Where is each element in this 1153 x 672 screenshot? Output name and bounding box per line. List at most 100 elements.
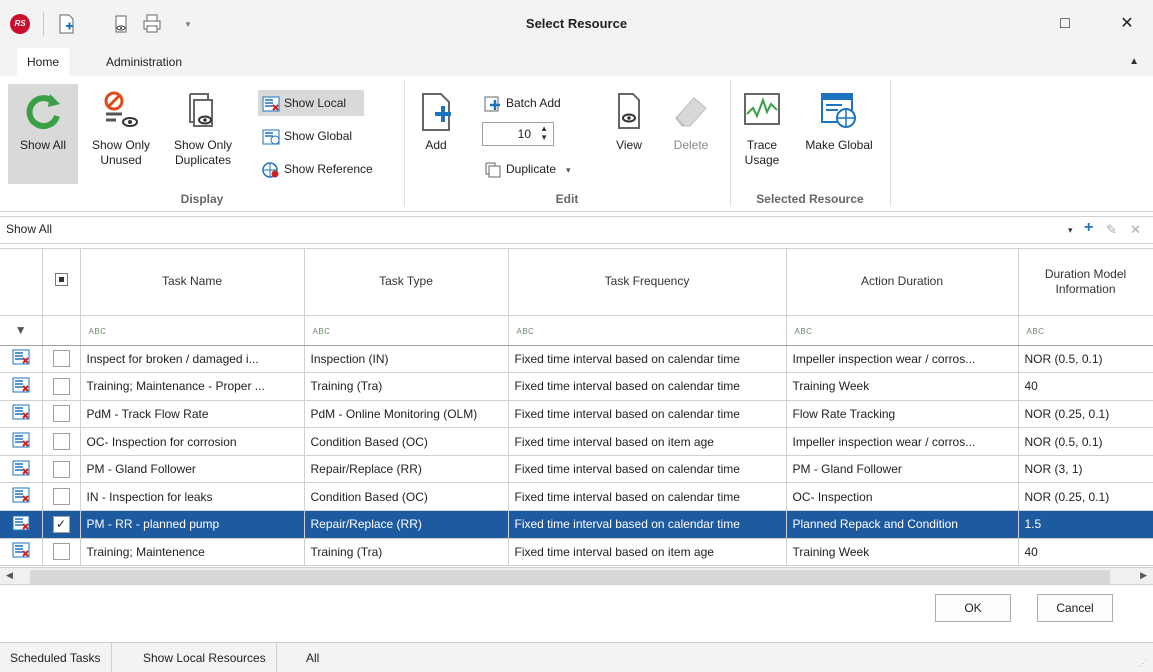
cell-task-frequency[interactable]: Fixed time interval based on calendar ti… bbox=[508, 510, 787, 539]
tab-administration[interactable]: Administration bbox=[96, 48, 192, 76]
column-header-task-name[interactable]: Task Name bbox=[80, 249, 305, 316]
cell-duration-model[interactable]: NOR (0.25, 0.1) bbox=[1018, 400, 1153, 429]
cell-action-duration[interactable]: Flow Rate Tracking bbox=[786, 400, 1019, 429]
cell-task-name[interactable]: Training; Maintenence bbox=[80, 538, 305, 567]
table-row[interactable]: PdM - Track Flow Rate PdM - Online Monito… bbox=[0, 400, 1153, 429]
row-checkbox[interactable] bbox=[52, 405, 70, 423]
column-header-task-frequency[interactable]: Task Frequency bbox=[508, 249, 787, 316]
cell-task-name[interactable]: PM - Gland Follower bbox=[80, 455, 305, 484]
filter-cell-action-duration[interactable]: ABC bbox=[786, 315, 1019, 346]
cell-task-frequency[interactable]: Fixed time interval based on calendar ti… bbox=[508, 345, 787, 374]
cell-task-type[interactable]: PdM - Online Monitoring (OLM) bbox=[304, 400, 509, 429]
row-checkbox[interactable] bbox=[52, 543, 70, 561]
cell-task-type[interactable]: Inspection (IN) bbox=[304, 345, 509, 374]
cell-task-type[interactable]: Condition Based (OC) bbox=[304, 427, 509, 456]
cell-action-duration[interactable]: Impeller inspection wear / corros... bbox=[786, 427, 1019, 456]
table-row[interactable]: Training; Maintenance - Proper ... Traini… bbox=[0, 372, 1153, 401]
cell-duration-model[interactable]: NOR (0.25, 0.1) bbox=[1018, 482, 1153, 512]
maximize-button[interactable]: □ bbox=[1051, 10, 1079, 38]
show-reference-button[interactable]: Show Reference bbox=[258, 156, 398, 182]
make-global-button[interactable]: Make Global bbox=[794, 84, 884, 184]
column-header-duration-model[interactable]: Duration Model Information bbox=[1018, 249, 1153, 316]
filter-cell-task-frequency[interactable]: ABC bbox=[508, 315, 787, 346]
ok-button[interactable]: OK bbox=[935, 594, 1011, 622]
cell-duration-model[interactable]: 40 bbox=[1018, 538, 1153, 567]
select-all-checkbox[interactable] bbox=[54, 273, 68, 287]
row-checkbox[interactable] bbox=[52, 433, 70, 451]
show-global-button[interactable]: Show Global bbox=[258, 123, 364, 149]
cell-action-duration[interactable]: PM - Gland Follower bbox=[786, 455, 1019, 484]
batch-count-stepper[interactable]: 10 ▲ ▼ bbox=[482, 122, 554, 146]
column-header-action-duration[interactable]: Action Duration bbox=[786, 249, 1019, 316]
filter-selector[interactable]: Show All bbox=[6, 222, 52, 236]
cell-task-type[interactable]: Repair/Replace (RR) bbox=[304, 510, 509, 539]
cell-action-duration[interactable]: OC- Inspection bbox=[786, 482, 1019, 512]
delete-button[interactable]: Delete bbox=[664, 84, 718, 184]
filter-bar[interactable]: Show All ▾ + ✎ ✕ bbox=[0, 216, 1153, 244]
add-filter-icon[interactable]: + bbox=[1084, 219, 1093, 237]
table-row[interactable]: OC- Inspection for corrosion Condition Ba… bbox=[0, 427, 1153, 456]
cell-task-frequency[interactable]: Fixed time interval based on calendar ti… bbox=[508, 400, 787, 429]
show-local-button[interactable]: Show Local bbox=[258, 90, 364, 116]
cell-task-frequency[interactable]: Fixed time interval based on item age bbox=[508, 427, 787, 456]
table-row[interactable]: IN - Inspection for leaks Condition Based… bbox=[0, 482, 1153, 512]
status-tab-all[interactable]: All bbox=[296, 643, 329, 672]
stepper-arrows-icon[interactable]: ▲ ▼ bbox=[540, 124, 548, 142]
show-all-button[interactable]: Show All bbox=[8, 84, 78, 184]
cell-task-name[interactable]: Inspect for broken / damaged i... bbox=[80, 345, 305, 374]
add-button[interactable]: Add bbox=[408, 84, 464, 184]
edit-filter-icon[interactable]: ✎ bbox=[1106, 222, 1117, 238]
table-row[interactable]: ✓ PM - RR - planned pump Repair/Replace (R… bbox=[0, 510, 1153, 539]
tab-home[interactable]: Home bbox=[17, 48, 70, 76]
row-checkbox[interactable] bbox=[52, 488, 70, 506]
cell-task-name[interactable]: PdM - Track Flow Rate bbox=[80, 400, 305, 429]
horizontal-scrollbar[interactable]: ◀ ▶ bbox=[0, 567, 1153, 585]
table-row[interactable]: Training; Maintenence Training (Tra) Fixed… bbox=[0, 538, 1153, 567]
cell-task-type[interactable]: Condition Based (OC) bbox=[304, 482, 509, 512]
cell-task-type[interactable]: Training (Tra) bbox=[304, 372, 509, 401]
filter-funnel-icon[interactable]: ▼ bbox=[0, 315, 43, 346]
close-button[interactable]: ✕ bbox=[1113, 10, 1141, 38]
show-only-duplicates-button[interactable]: Show Only Duplicates bbox=[164, 84, 242, 184]
cell-task-name[interactable]: OC- Inspection for corrosion bbox=[80, 427, 305, 456]
cell-task-frequency[interactable]: Fixed time interval based on calendar ti… bbox=[508, 372, 787, 401]
collapse-ribbon-icon[interactable]: ▲ bbox=[1129, 56, 1139, 67]
cell-task-frequency[interactable]: Fixed time interval based on item age bbox=[508, 538, 787, 567]
cell-action-duration[interactable]: Training Week bbox=[786, 538, 1019, 567]
filter-cell-task-type[interactable]: ABC bbox=[304, 315, 509, 346]
cell-duration-model[interactable]: NOR (0.5, 0.1) bbox=[1018, 427, 1153, 456]
trace-usage-button[interactable]: Trace Usage bbox=[736, 84, 788, 184]
cell-duration-model[interactable]: 40 bbox=[1018, 372, 1153, 401]
cell-task-type[interactable]: Training (Tra) bbox=[304, 538, 509, 567]
scroll-left-icon[interactable]: ◀ bbox=[6, 570, 13, 581]
cell-action-duration[interactable]: Impeller inspection wear / corros... bbox=[786, 345, 1019, 374]
status-tab-scheduled-tasks[interactable]: Scheduled Tasks bbox=[0, 643, 112, 672]
row-checkbox[interactable] bbox=[52, 460, 70, 478]
cell-duration-model[interactable]: NOR (3, 1) bbox=[1018, 455, 1153, 484]
cell-action-duration[interactable]: Planned Repack and Condition bbox=[786, 510, 1019, 539]
filter-cell-duration-model[interactable]: ABC bbox=[1018, 315, 1153, 346]
table-row[interactable]: Inspect for broken / damaged i... Inspect… bbox=[0, 345, 1153, 374]
view-button[interactable]: View bbox=[608, 84, 650, 184]
cell-duration-model[interactable]: 1.5 bbox=[1018, 510, 1153, 539]
row-checkbox[interactable] bbox=[52, 377, 70, 395]
status-tab-show-local-resources[interactable]: Show Local Resources bbox=[133, 643, 277, 672]
resize-grip-icon[interactable]: ⋰ bbox=[1139, 659, 1147, 668]
scrollbar-thumb[interactable] bbox=[30, 570, 1110, 584]
filter-cell-task-name[interactable]: ABC bbox=[80, 315, 305, 346]
cell-task-type[interactable]: Repair/Replace (RR) bbox=[304, 455, 509, 484]
cell-task-name[interactable]: IN - Inspection for leaks bbox=[80, 482, 305, 512]
duplicate-dropdown-icon[interactable]: ▾ bbox=[566, 165, 571, 175]
header-select-all[interactable] bbox=[42, 249, 81, 316]
duplicate-button[interactable]: Duplicate ▾ bbox=[480, 156, 592, 182]
scroll-right-icon[interactable]: ▶ bbox=[1140, 570, 1147, 581]
cell-duration-model[interactable]: NOR (0.5, 0.1) bbox=[1018, 345, 1153, 374]
filter-dropdown-icon[interactable]: ▾ bbox=[1068, 225, 1073, 236]
cell-task-frequency[interactable]: Fixed time interval based on calendar ti… bbox=[508, 482, 787, 512]
cancel-button[interactable]: Cancel bbox=[1037, 594, 1113, 622]
cell-task-name[interactable]: PM - RR - planned pump bbox=[80, 510, 305, 539]
row-checkbox[interactable] bbox=[52, 350, 70, 368]
show-only-unused-button[interactable]: Show Only Unused bbox=[84, 84, 158, 184]
batch-add-button[interactable]: Batch Add bbox=[480, 90, 590, 116]
cell-task-name[interactable]: Training; Maintenance - Proper ... bbox=[80, 372, 305, 401]
